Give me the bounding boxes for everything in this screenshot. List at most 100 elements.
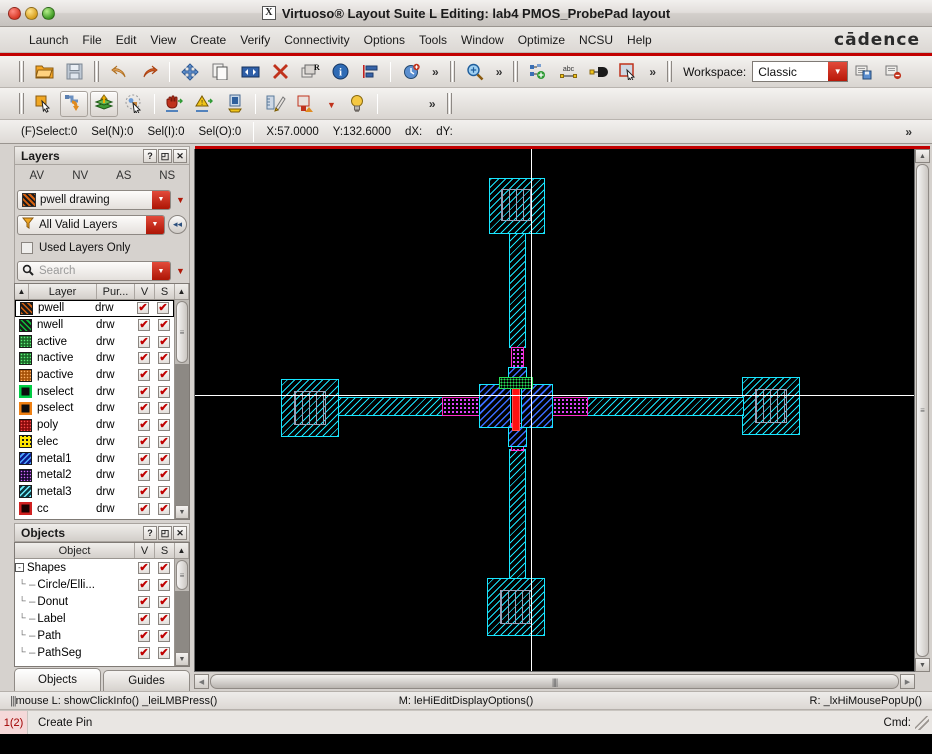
layer-selectable-checkbox[interactable]: ✔ bbox=[154, 402, 174, 415]
canvas-hscroll-thumb[interactable]: |||| bbox=[210, 674, 899, 689]
layer-scroll-track[interactable] bbox=[175, 364, 189, 505]
zoom-button[interactable] bbox=[42, 6, 55, 20]
scroll-down-icon[interactable]: ▼ bbox=[175, 505, 189, 519]
stretch-icon[interactable] bbox=[236, 59, 264, 85]
toolbar-overflow-1[interactable]: » bbox=[426, 65, 445, 79]
toolbar-grip[interactable] bbox=[18, 93, 25, 114]
window-controls[interactable] bbox=[0, 6, 55, 20]
move-icon[interactable] bbox=[176, 59, 204, 85]
menu-window[interactable]: Window bbox=[454, 31, 511, 49]
menu-create[interactable]: Create bbox=[183, 31, 233, 49]
object-row[interactable]: └ – Label ✔ ✔ bbox=[15, 610, 174, 627]
visible-column-header[interactable]: V bbox=[135, 284, 155, 299]
chevron-down-icon[interactable]: ▼ bbox=[152, 190, 170, 209]
layer-visible-checkbox[interactable]: ✔ bbox=[134, 435, 154, 448]
rotate-icon[interactable]: R bbox=[296, 59, 324, 85]
layer-row-elec[interactable]: elec drw ✔ ✔ bbox=[15, 433, 174, 451]
redo-icon[interactable] bbox=[135, 59, 163, 85]
menu-edit[interactable]: Edit bbox=[109, 31, 144, 49]
menu-file[interactable]: File bbox=[75, 31, 108, 49]
partial-select-icon[interactable] bbox=[60, 90, 88, 117]
layer-selectable-checkbox[interactable]: ✔ bbox=[154, 435, 174, 448]
create-label-icon[interactable]: abc bbox=[554, 59, 582, 85]
create-pin-icon[interactable] bbox=[584, 59, 612, 85]
scroll-right-icon[interactable]: ▶ bbox=[900, 674, 915, 689]
properties-icon[interactable]: i bbox=[326, 59, 354, 85]
undo-history-icon[interactable] bbox=[397, 59, 425, 85]
object-row[interactable]: └ – Circle/Elli... ✔ ✔ bbox=[15, 576, 174, 593]
object-row[interactable]: └ – Donut ✔ ✔ bbox=[15, 593, 174, 610]
object-row[interactable]: - Shapes ✔ ✔ bbox=[15, 559, 174, 576]
align-icon[interactable] bbox=[356, 59, 384, 85]
zoom-in-icon[interactable] bbox=[461, 59, 489, 85]
toolbar-grip[interactable] bbox=[18, 61, 25, 82]
object-visible-checkbox[interactable]: ✔ bbox=[134, 646, 154, 659]
layer-selectable-checkbox[interactable]: ✔ bbox=[154, 419, 174, 432]
help-icon[interactable]: ? bbox=[143, 526, 157, 540]
layer-row-active[interactable]: active drw ✔ ✔ bbox=[15, 333, 174, 351]
layer-selectable-checkbox[interactable]: ✔ bbox=[154, 502, 174, 515]
layer-visible-checkbox[interactable]: ✔ bbox=[134, 352, 154, 365]
layer-edit-icon[interactable] bbox=[90, 90, 118, 117]
menu-connectivity[interactable]: Connectivity bbox=[277, 31, 356, 49]
layer-visible-checkbox[interactable]: ✔ bbox=[134, 502, 154, 515]
display-levels-icon[interactable] bbox=[221, 91, 249, 117]
undo-icon[interactable] bbox=[105, 59, 133, 85]
delete-icon[interactable] bbox=[266, 59, 294, 85]
layer-visible-checkbox[interactable]: ✔ bbox=[133, 302, 153, 315]
av-header[interactable]: AV bbox=[15, 170, 59, 182]
save-icon[interactable] bbox=[60, 59, 88, 85]
nv-header[interactable]: NV bbox=[59, 170, 103, 182]
object-selectable-checkbox[interactable]: ✔ bbox=[154, 578, 174, 591]
chevron-down-icon[interactable]: ▼ bbox=[152, 262, 170, 280]
canvas-vscroll-thumb[interactable]: ≡ bbox=[916, 164, 929, 657]
as-header[interactable]: AS bbox=[102, 170, 146, 182]
menu-launch[interactable]: Launch bbox=[22, 31, 75, 49]
toolbar-grip[interactable] bbox=[448, 61, 456, 82]
undock-icon[interactable]: ◰ bbox=[158, 526, 172, 540]
warning-flight-icon[interactable]: ! bbox=[191, 91, 219, 117]
save-workspace-icon[interactable] bbox=[849, 59, 877, 85]
layer-selectable-checkbox[interactable]: ✔ bbox=[154, 485, 174, 498]
scroll-down-icon[interactable]: ▼ bbox=[175, 652, 189, 666]
layer-scrollbar[interactable]: ≡ ▼ bbox=[174, 300, 189, 519]
layer-selectable-checkbox[interactable]: ✔ bbox=[153, 302, 173, 315]
objects-scroll-track[interactable] bbox=[175, 591, 189, 652]
object-selectable-header[interactable]: S bbox=[155, 543, 175, 558]
shape-tool-dropdown[interactable]: ▼ bbox=[321, 97, 342, 111]
object-visible-header[interactable]: V bbox=[135, 543, 155, 558]
search-menu-icon[interactable]: ▼ bbox=[174, 266, 187, 276]
layer-row-cc[interactable]: cc drw ✔ ✔ bbox=[15, 500, 174, 517]
close-icon[interactable]: ✕ bbox=[173, 526, 187, 540]
layer-row-metal2[interactable]: metal2 drw ✔ ✔ bbox=[15, 466, 174, 484]
layer-row-pactive[interactable]: pactive drw ✔ ✔ bbox=[15, 366, 174, 384]
selectable-column-header[interactable]: S bbox=[155, 284, 175, 299]
layer-visible-checkbox[interactable]: ✔ bbox=[134, 369, 154, 382]
object-selectable-checkbox[interactable]: ✔ bbox=[154, 612, 174, 625]
layer-row-poly[interactable]: poly drw ✔ ✔ bbox=[15, 416, 174, 434]
layer-row-metal1[interactable]: metal1 drw ✔ ✔ bbox=[15, 450, 174, 467]
layer-search-field[interactable]: Search ▼ bbox=[17, 261, 171, 281]
object-selectable-checkbox[interactable]: ✔ bbox=[154, 595, 174, 608]
object-visible-checkbox[interactable]: ✔ bbox=[134, 595, 154, 608]
toolbar-grip[interactable] bbox=[512, 61, 520, 82]
object-visible-checkbox[interactable]: ✔ bbox=[134, 561, 154, 574]
toolbar-grip[interactable] bbox=[445, 93, 453, 114]
object-selectable-checkbox[interactable]: ✔ bbox=[154, 629, 174, 642]
workspace-select[interactable]: Classic ▼ bbox=[752, 61, 849, 82]
status-overflow[interactable]: » bbox=[899, 125, 918, 139]
menu-verify[interactable]: Verify bbox=[233, 31, 277, 49]
object-column-header[interactable]: Object bbox=[15, 543, 135, 558]
bulb-icon[interactable] bbox=[343, 91, 371, 117]
chevron-down-icon[interactable]: ▼ bbox=[828, 62, 848, 81]
used-layers-only-row[interactable]: Used Layers Only bbox=[14, 237, 190, 259]
scroll-left-icon[interactable]: ◀ bbox=[194, 674, 209, 689]
objects-scroll-thumb[interactable]: ≡ bbox=[176, 560, 188, 590]
close-button[interactable] bbox=[8, 6, 21, 20]
objects-scrollbar[interactable]: ≡ ▼ bbox=[174, 559, 189, 666]
close-icon[interactable]: ✕ bbox=[173, 149, 187, 163]
shape-tool-icon[interactable] bbox=[292, 91, 320, 117]
object-rows[interactable]: - Shapes ✔ ✔ └ – Circle/Elli... ✔ ✔ └ – Donut ✔ ✔ └ – La… bbox=[15, 559, 174, 666]
purpose-column-header[interactable]: Pur... bbox=[97, 284, 135, 299]
object-visible-checkbox[interactable]: ✔ bbox=[134, 612, 154, 625]
